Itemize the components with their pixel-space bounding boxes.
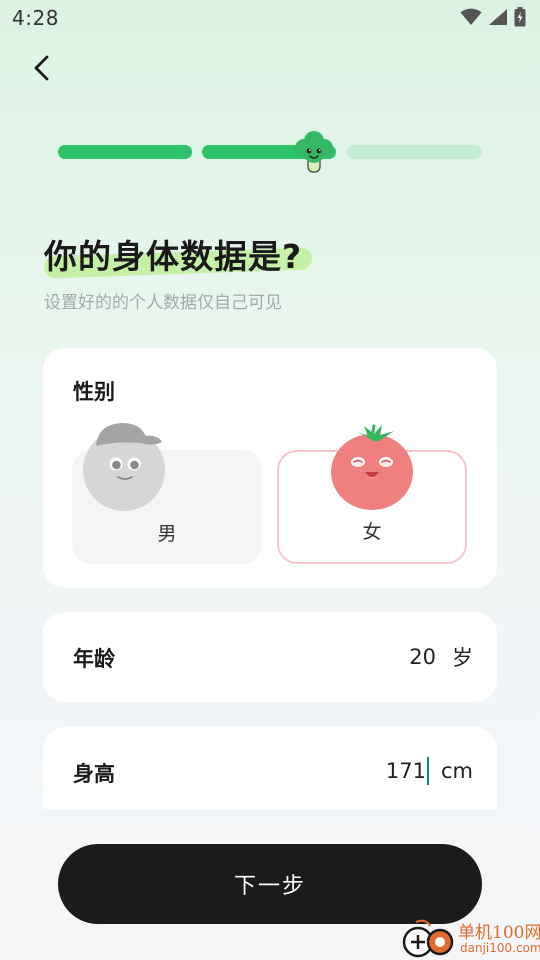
broccoli-mascot-icon [295,131,333,173]
signal-icon [489,9,507,25]
height-unit: cm [440,759,473,783]
progress-step-1 [58,145,192,159]
age-label: 年龄 [73,647,115,671]
age-card[interactable]: 年龄 20 岁 [43,612,497,702]
watermark: 单机100网 danji100.com [390,914,540,960]
next-step-button[interactable]: 下一步 [58,844,482,924]
gender-label: 性别 [73,380,115,404]
age-value: 20 [409,645,436,669]
wifi-icon [460,8,482,25]
height-input[interactable]: 171 cm [386,757,473,785]
height-label: 身高 [73,762,115,786]
progress-step-3 [347,145,482,159]
female-avatar-icon [331,424,413,510]
status-bar: 4:28 [0,0,540,36]
watermark-logo-icon [402,919,454,958]
watermark-url: danji100.com [460,941,540,955]
text-caret [426,757,429,785]
gender-option-label: 女 [362,521,382,543]
status-time: 4:28 [12,6,59,30]
page-subtitle: 设置好的的个人数据仅自己可见 [44,293,282,313]
battery-icon [514,7,526,27]
step-progress [58,145,482,159]
male-avatar-icon [83,423,165,511]
height-card[interactable]: 身高 171 cm [43,727,497,809]
age-unit: 岁 [452,646,473,670]
back-button[interactable] [24,50,60,86]
status-icons [460,7,526,27]
chevron-left-icon [34,55,49,81]
watermark-title: 单机100网 [458,923,540,943]
height-value: 171 [385,759,426,783]
gender-option-label: 男 [157,523,177,545]
age-value-group: 20 岁 [409,642,473,672]
title-block: 你的身体数据是? [43,230,313,279]
page-title: 你的身体数据是? [44,237,303,276]
